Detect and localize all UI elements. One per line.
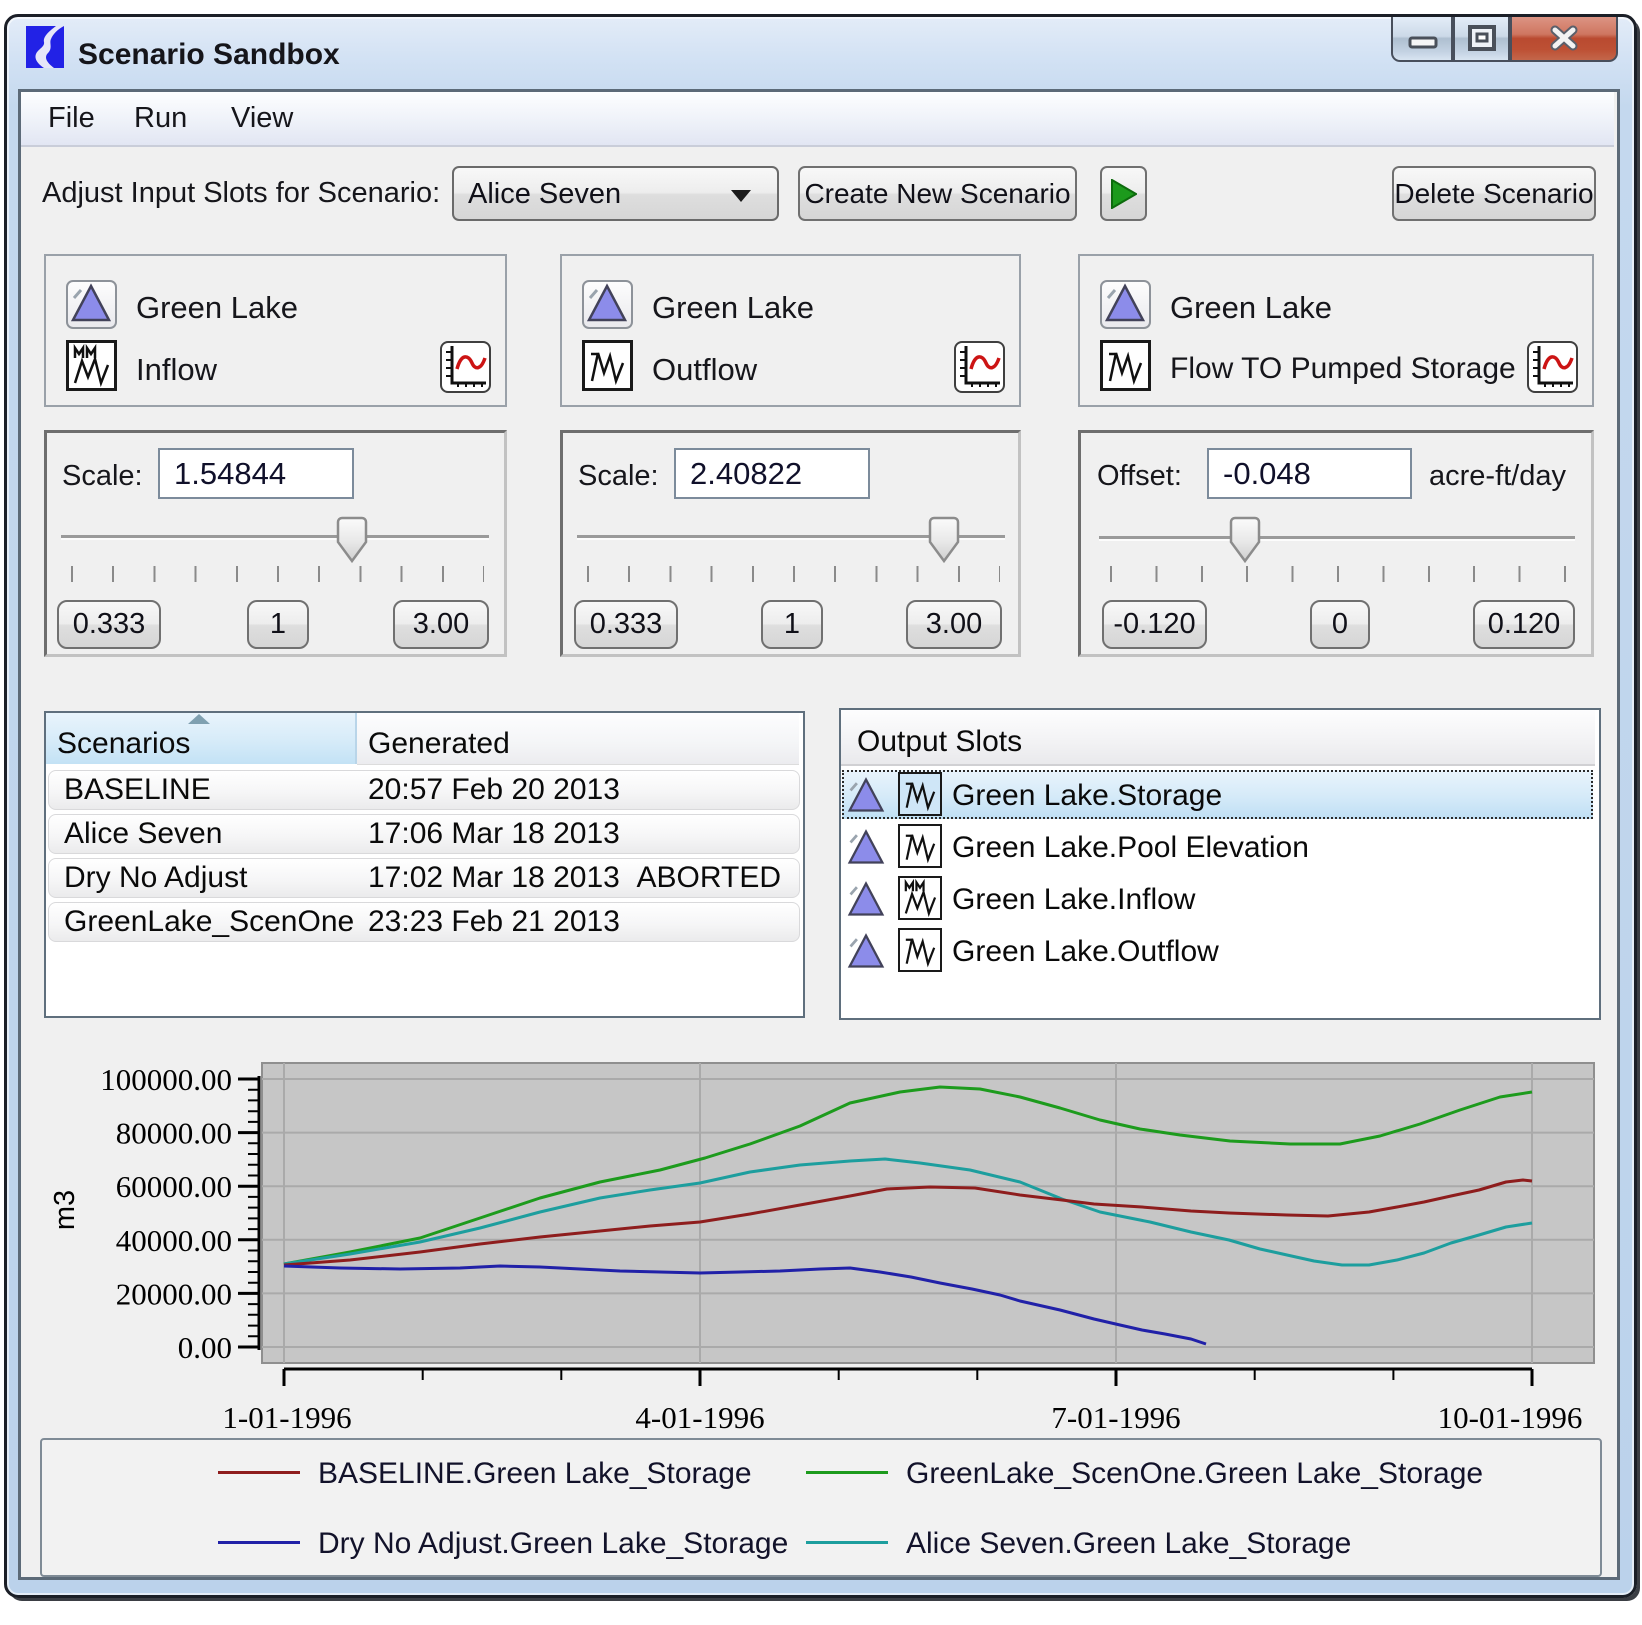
svg-text:20000.00: 20000.00 — [116, 1276, 232, 1311]
svg-text:7-01-1996: 7-01-1996 — [1051, 1400, 1180, 1435]
svg-text:80000.00: 80000.00 — [116, 1116, 232, 1151]
svg-text:4-01-1996: 4-01-1996 — [635, 1400, 764, 1435]
svg-text:1-01-1996: 1-01-1996 — [222, 1400, 351, 1435]
svg-text:m3: m3 — [49, 1190, 81, 1230]
svg-text:0.00: 0.00 — [178, 1330, 232, 1365]
svg-text:40000.00: 40000.00 — [116, 1223, 232, 1258]
svg-text:60000.00: 60000.00 — [116, 1169, 232, 1204]
svg-text:100000.00: 100000.00 — [100, 1062, 232, 1097]
svg-text:10-01-1996: 10-01-1996 — [1438, 1400, 1583, 1435]
